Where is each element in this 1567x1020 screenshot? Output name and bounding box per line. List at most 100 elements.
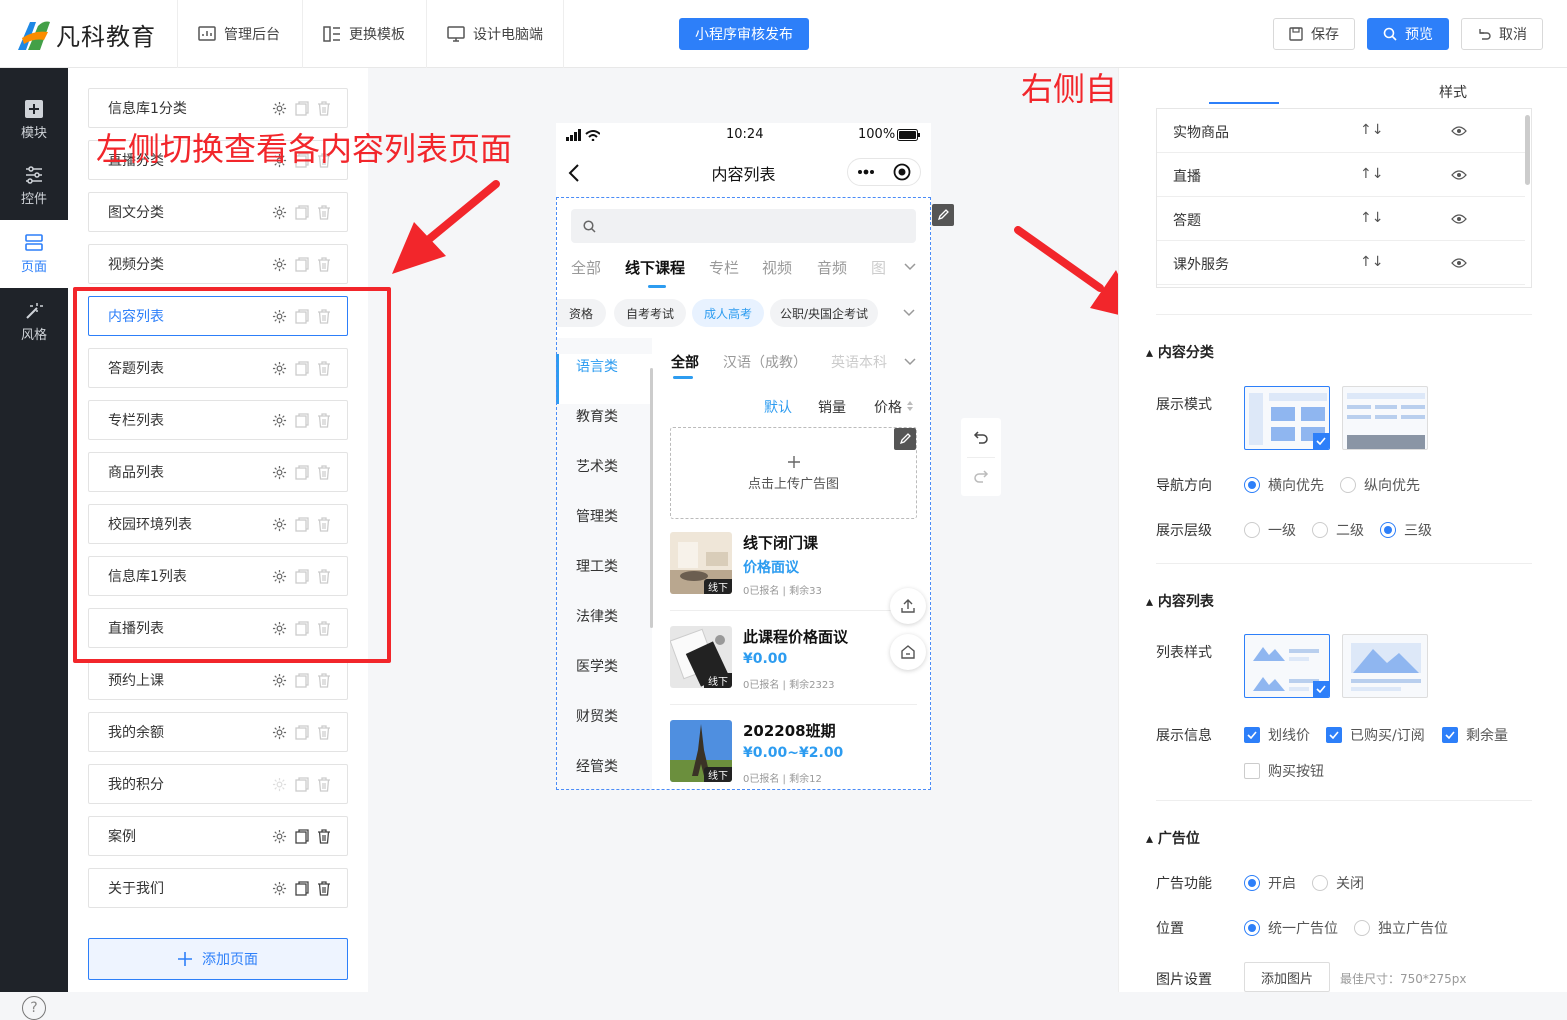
tab-audio[interactable]: 音频 xyxy=(817,257,847,278)
sort-icon[interactable]: ↑↓ xyxy=(1360,254,1383,270)
checkbox-remaining[interactable]: 剩余量 xyxy=(1442,725,1508,745)
copy-icon[interactable] xyxy=(295,101,309,116)
page-item[interactable]: 图文分类 xyxy=(88,192,348,232)
gear-icon[interactable] xyxy=(272,777,287,792)
tab-video[interactable]: 视频 xyxy=(762,257,792,278)
display-mode-card-1[interactable] xyxy=(1244,386,1330,450)
list-style-card-2[interactable] xyxy=(1342,634,1428,698)
cancel-button[interactable]: 取消 xyxy=(1461,18,1543,50)
desktop-design-button[interactable]: 设计电脑端 xyxy=(426,0,564,68)
copy-icon[interactable] xyxy=(295,205,309,220)
gear-icon[interactable] xyxy=(272,257,287,272)
tab-offline[interactable]: 线下课程 xyxy=(625,257,685,278)
category-item[interactable]: 艺术类 xyxy=(576,456,618,476)
save-button[interactable]: 保存 xyxy=(1273,18,1355,50)
category-item[interactable]: 教育类 xyxy=(576,406,618,426)
template-button[interactable]: 更换模板 xyxy=(302,0,425,68)
trash-icon[interactable] xyxy=(317,777,331,792)
chip-active[interactable]: 成人高考 xyxy=(692,299,764,327)
radio-level-2[interactable]: 二级 xyxy=(1312,520,1364,540)
sort-icon[interactable]: ↑↓ xyxy=(1360,166,1383,182)
chevron-down-icon[interactable] xyxy=(904,358,916,366)
tab-image[interactable]: 图 xyxy=(871,257,886,278)
nav-item-controls[interactable]: 控件 xyxy=(0,152,68,220)
edit-pen-icon[interactable] xyxy=(932,204,954,226)
sort-default[interactable]: 默认 xyxy=(764,397,792,417)
list-style-card-1[interactable] xyxy=(1244,634,1330,698)
category-item[interactable]: 医学类 xyxy=(576,656,618,676)
radio-level-1[interactable]: 一级 xyxy=(1244,520,1296,540)
radio-unified-ad[interactable]: 统一广告位 xyxy=(1244,918,1338,938)
scrollbar[interactable] xyxy=(650,368,653,628)
category-item[interactable]: 管理类 xyxy=(576,506,618,526)
add-image-button[interactable]: 添加图片 xyxy=(1244,962,1330,992)
nav-item-pages[interactable]: 页面 xyxy=(0,220,68,288)
phone-search-input[interactable] xyxy=(571,209,916,243)
publish-button[interactable]: 小程序审核发布 xyxy=(679,18,809,50)
radio-ad-on[interactable]: 开启 xyxy=(1244,873,1296,893)
page-item[interactable]: 视频分类 xyxy=(88,244,348,284)
section-ad[interactable]: ▴ 广告位 xyxy=(1146,828,1200,848)
gear-icon[interactable] xyxy=(272,101,287,116)
category-item[interactable]: 理工类 xyxy=(576,556,618,576)
checkbox-buy-button[interactable]: 购买按钮 xyxy=(1244,761,1324,781)
eye-icon[interactable] xyxy=(1451,125,1467,137)
page-item[interactable]: 我的积分 xyxy=(88,764,348,804)
chevron-down-icon[interactable] xyxy=(904,263,916,271)
tab-style[interactable]: 样式 xyxy=(1439,82,1467,102)
category-item[interactable]: 法律类 xyxy=(576,606,618,626)
chip[interactable]: 公职/央国企考试 xyxy=(770,299,878,327)
edit-pen-icon[interactable] xyxy=(894,428,916,450)
ad-upload-box[interactable]: 点击上传广告图 xyxy=(670,427,917,519)
preview-button[interactable]: 预览 xyxy=(1367,18,1449,50)
logo[interactable]: 凡科教育 xyxy=(14,14,156,54)
undo-icon[interactable] xyxy=(973,429,989,445)
tab-column[interactable]: 专栏 xyxy=(709,257,739,278)
section-content-category[interactable]: ▴ 内容分类 xyxy=(1146,342,1214,362)
radio-horizontal[interactable]: 横向优先 xyxy=(1244,475,1324,495)
checkbox-strike-price[interactable]: 划线价 xyxy=(1244,725,1310,745)
copy-icon[interactable] xyxy=(295,829,309,844)
category-item[interactable]: 语言类 xyxy=(576,356,618,376)
back-arrow-icon[interactable] xyxy=(568,163,580,183)
page-item[interactable]: 信息库1分类 xyxy=(88,88,348,128)
radio-level-3[interactable]: 三级 xyxy=(1380,520,1432,540)
category-item[interactable]: 财贸类 xyxy=(576,706,618,726)
admin-button[interactable]: 管理后台 xyxy=(177,0,300,68)
course-item[interactable]: 线下 202208班期 ¥0.00~¥2.00 0已报名 | 剩余12 xyxy=(670,720,917,790)
chip[interactable]: 资格 xyxy=(556,299,606,327)
chevron-down-icon[interactable] xyxy=(903,309,915,317)
trash-icon[interactable] xyxy=(317,881,331,896)
eye-icon[interactable] xyxy=(1451,257,1467,269)
display-mode-card-2[interactable] xyxy=(1342,386,1428,450)
gear-icon[interactable] xyxy=(272,205,287,220)
share-button[interactable] xyxy=(890,588,926,624)
course-item[interactable]: 线下 线下闭门课 价格面议 0已报名 | 剩余33 xyxy=(670,532,917,612)
copy-icon[interactable] xyxy=(295,881,309,896)
chip[interactable]: 自考考试 xyxy=(614,299,686,327)
help-icon[interactable]: ? xyxy=(22,996,46,1020)
copy-icon[interactable] xyxy=(295,673,309,688)
eye-icon[interactable] xyxy=(1451,213,1467,225)
gear-icon[interactable] xyxy=(272,881,287,896)
page-item[interactable]: 案例 xyxy=(88,816,348,856)
trash-icon[interactable] xyxy=(317,829,331,844)
gear-icon[interactable] xyxy=(272,725,287,740)
eye-icon[interactable] xyxy=(1451,169,1467,181)
category-item[interactable]: 经管类 xyxy=(576,756,618,776)
home-button[interactable] xyxy=(890,634,926,670)
trash-icon[interactable] xyxy=(317,101,331,116)
radio-ad-off[interactable]: 关闭 xyxy=(1312,873,1364,893)
sort-sales[interactable]: 销量 xyxy=(818,397,846,417)
nav-item-modules[interactable]: 模块 xyxy=(0,84,68,156)
radio-vertical[interactable]: 纵向优先 xyxy=(1340,475,1420,495)
sort-icon[interactable]: ↑↓ xyxy=(1360,122,1383,138)
section-content-list[interactable]: ▴ 内容列表 xyxy=(1146,591,1214,611)
nav-item-style[interactable]: 风格 xyxy=(0,288,68,356)
subtab[interactable]: 汉语（成教） xyxy=(723,352,807,372)
page-item[interactable]: 预约上课 xyxy=(88,660,348,700)
trash-icon[interactable] xyxy=(317,725,331,740)
copy-icon[interactable] xyxy=(295,777,309,792)
course-item[interactable]: 线下 此课程价格面议 ¥0.00 0已报名 | 剩余2323 xyxy=(670,626,917,706)
page-item[interactable]: 关于我们 xyxy=(88,868,348,908)
